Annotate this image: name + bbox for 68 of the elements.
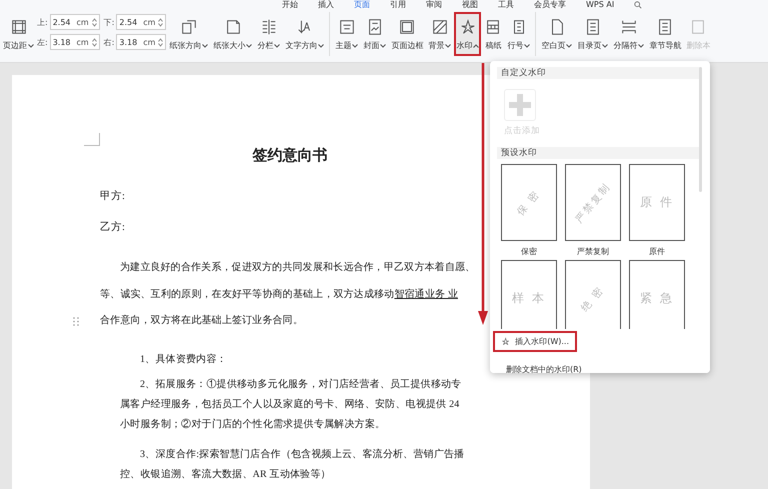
party-label: 乙方: [100,220,126,235]
margin-field[interactable]: 2.54 cm [50,14,100,30]
menu-tab[interactable]: 开始 [282,0,298,9]
list-item-line: 小时服务制；②对于门店的个性化需求提供专属解决方案。 [119,418,386,432]
ribbon-button[interactable]: 页边距 [1,12,36,56]
paragraph-line: 合作意向，双方将在此基础上签订业务合同。 [100,315,303,326]
separator-icon [620,18,638,36]
menu-tab[interactable]: 页面 [354,0,370,9]
menu-tab[interactable]: 会员专享 [534,0,566,9]
ribbon-button[interactable]: 文字方向 [283,12,326,56]
menu-item[interactable]: 插入水印(W)... [493,331,577,352]
menu-tab[interactable]: 审阅 [426,0,442,9]
menu-tab[interactable]: WPS AI [586,0,614,9]
plus-icon [509,94,531,116]
list-item-line: 1、具体资费内容： [139,352,228,366]
ribbon-button[interactable]: 水印 [454,12,482,56]
ribbon-button[interactable]: 纸张大小 [211,12,254,56]
ribbon-button[interactable]: 稿纸 [482,12,504,56]
margin-field[interactable]: 3.18 cm [50,34,100,50]
section-header: 预设水印 [497,147,700,159]
margins-icon [10,18,28,36]
list-item-line: 3、深度合作:探索智慧门店合作（包含视频上云、客流分析、营销广告播 [139,448,466,462]
ribbon-button[interactable]: 空白页 [539,12,574,56]
margin-label: 下: [104,16,114,28]
page-border-icon [398,18,416,36]
list-item-line: 属客户经理服务，包括员工个人以及家庭的号卡、网络、安防、电视提供 24 [119,398,460,412]
spinner-icon[interactable] [92,18,97,26]
menu-tab[interactable]: 工具 [498,0,514,9]
spinner-icon[interactable] [158,38,164,46]
margin-label: 上: [37,16,48,28]
columns-icon [260,18,278,36]
section-header: 自定义水印 [497,67,700,79]
theme-icon [338,18,356,36]
margin-label: 左: [37,36,48,48]
ribbon-button[interactable]: 章节导航 [647,12,684,56]
paragraph-line: 为建立良好的合作关系，促进双方的共同发展和长远合作，甲乙双方本着自愿、 [120,262,476,273]
orientation-icon [180,18,198,36]
party-label: 甲方: [100,189,126,204]
document-title: 签约意向书 [252,146,328,166]
paragraph-line: 等、诚实、互利的原则，在友好平等协商的基础上，双方达成移动 [100,288,394,300]
margin-field[interactable]: 3.18 cm [116,34,166,50]
list-item-line: 控、收银追溯、客流大数据、AR 互动体验等） [119,468,332,482]
ribbon-button[interactable]: 页面边框 [389,12,426,56]
menu-tab[interactable]: 插入 [318,0,334,9]
spinner-icon[interactable] [158,18,164,26]
preset-label: 保密 [521,246,537,257]
underlined-text: 智宿通业务 业 [394,288,458,300]
preset-label: 原件 [649,246,665,257]
background-icon [430,18,449,36]
ribbon-button[interactable]: 行号 [505,12,532,56]
menu-tab[interactable]: 视图 [462,0,478,9]
watermark-icon [501,336,510,346]
preset-label: 严禁复制 [577,246,609,257]
ribbon-button[interactable]: 分隔符 [611,12,646,56]
margin-label: 右: [104,36,114,48]
drag-handle-icon[interactable] [73,317,79,326]
ribbon-button[interactable]: 背景 [426,12,454,56]
watermark-icon [458,18,477,36]
menu-tab[interactable]: 引用 [390,0,406,9]
ribbon-button[interactable]: 纸张方向 [167,12,210,56]
margin-field[interactable]: 2.54 cm [116,14,166,30]
spinner-icon[interactable] [92,38,97,46]
ribbon-button[interactable]: 主题 [333,12,360,56]
ribbon-button[interactable]: 封面 [361,12,388,56]
list-item-line: 2、拓展服务：①提供移动多元化服务，对门店经营者、员工提供移动专 [139,378,462,392]
search-icon[interactable] [634,1,642,9]
ribbon-button[interactable]: 目录页 [575,12,610,56]
ribbon-button[interactable]: 分栏 [255,12,282,56]
